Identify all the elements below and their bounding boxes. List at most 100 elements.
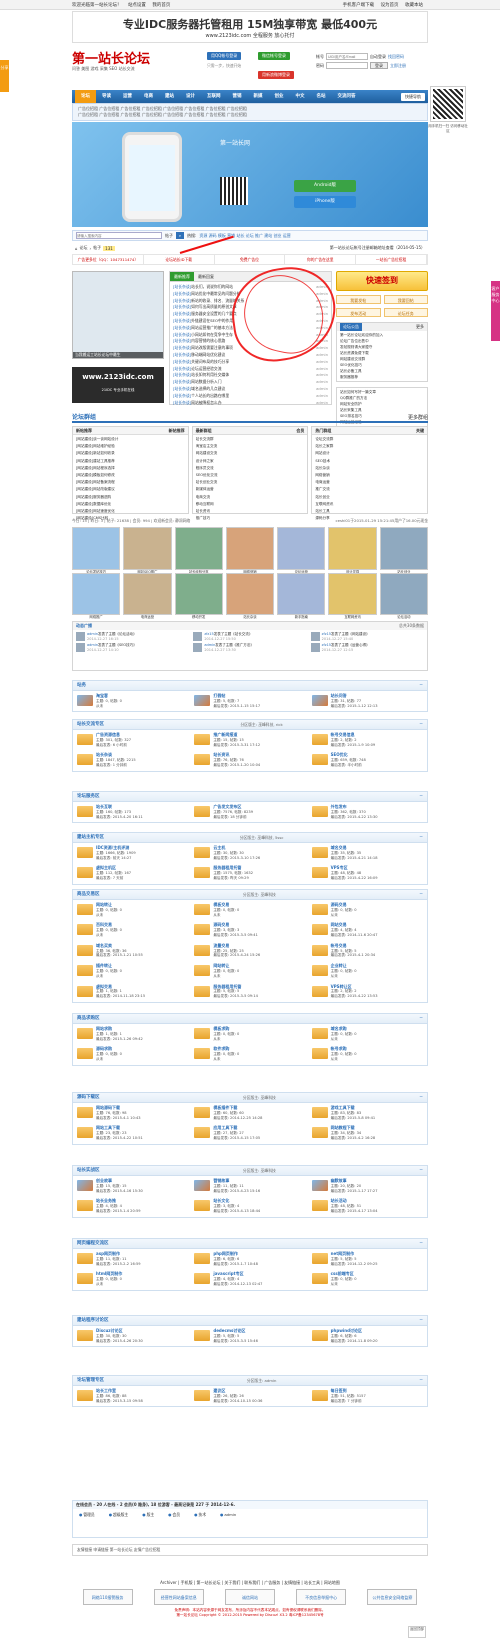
- avatar[interactable]: [193, 632, 203, 641]
- group-item-label[interactable]: [网站建设]服务器选购: [76, 494, 111, 501]
- group-item-label[interactable]: [网站建设]建站工具推荐: [76, 458, 115, 465]
- android-download-button[interactable]: Android版: [294, 180, 356, 192]
- nav-item-10[interactable]: 中文: [290, 90, 311, 103]
- news-item[interactable]: [站长杂谈]关键词布局的技巧分享 admin: [173, 359, 328, 366]
- group-item-label[interactable]: 站长工具: [315, 508, 329, 515]
- news-author[interactable]: admin: [316, 359, 328, 366]
- forum-board[interactable]: net网页制作 主题: 5, 帖数: 5 最后发表: 2014-12-2 09:25: [311, 1251, 423, 1266]
- activity-user[interactable]: admin: [87, 643, 98, 647]
- forum-board-icon[interactable]: [311, 1253, 328, 1264]
- news-tag[interactable]: [站长杂谈]: [173, 332, 191, 337]
- news-title[interactable]: 服务器安全设置的几个要点: [191, 311, 237, 316]
- activity-user[interactable]: admin: [204, 643, 215, 647]
- forum-board[interactable]: 域名交易 主题: 35, 帖数: 35 最后发表: 2015-4-21 14:18: [311, 845, 423, 860]
- top-link-settings[interactable]: 站点设置: [128, 3, 146, 8]
- news-tag[interactable]: [站长杂谈]: [173, 304, 191, 309]
- hero-banner[interactable]: 第一站长网 Android版 iPhone版: [72, 122, 428, 227]
- online-user[interactable]: 技术: [194, 1512, 206, 1518]
- group-item[interactable]: 移动互联网: [196, 501, 305, 508]
- forum-board[interactable]: 模板求购 主题: 0, 帖数: 0 从未: [194, 1026, 305, 1041]
- forum-board-icon[interactable]: [77, 904, 93, 915]
- forum-board[interactable]: 虚拟主机区 主题: 112, 帖数: 167 最后发表: 7 天前: [77, 866, 188, 880]
- forum-board[interactable]: 站长互联 主题: 160, 帖数: 173 最后发表: 2015-4-20 16:1…: [77, 804, 188, 819]
- news-tag[interactable]: [站长杂谈]: [173, 352, 191, 357]
- forum-board-icon[interactable]: [77, 695, 93, 706]
- news-title[interactable]: 个人站长的出路在哪里: [191, 393, 229, 398]
- register-link[interactable]: 立即注册: [390, 63, 406, 69]
- nav-item-12[interactable]: 交流问答: [332, 90, 362, 103]
- forum-board[interactable]: 淘宝客 主题: 0, 帖数: 0 从未: [77, 693, 188, 708]
- news-tag[interactable]: [站长杂谈]: [173, 386, 191, 391]
- forum-board[interactable]: 站长问答 主题: 31, 帖数: 77 最后发表: 2015-1-12 12:13: [311, 693, 423, 708]
- forum-board-icon[interactable]: [194, 1200, 211, 1212]
- collapse-icon[interactable]: −: [419, 1316, 423, 1325]
- group-item[interactable]: 电商交流: [196, 494, 305, 501]
- forum-section-title[interactable]: 商品求购区: [77, 1014, 100, 1023]
- activity-item[interactable]: zfz15发表了主题《运营心得》 2014-12-27 12:15: [310, 643, 424, 652]
- forum-board-icon[interactable]: [311, 1390, 328, 1401]
- forum-board-icon[interactable]: [311, 985, 328, 997]
- reply-button[interactable]: 我要回帖: [383, 295, 428, 304]
- forum-board[interactable]: IDC资源/主机评测 主题: 1666, 帖数: 1909 最后发表: 前天 14:…: [77, 845, 188, 860]
- news-item[interactable]: [站长杂谈]网站数据分析入门 admin: [173, 379, 328, 386]
- group-item-label[interactable]: 淘宝店主交流: [196, 443, 218, 450]
- activity-user[interactable]: admin: [87, 632, 98, 636]
- picture-caption[interactable]: 互联网资讯: [329, 615, 375, 620]
- forum-board[interactable]: 软件求购 主题: 0, 帖数: 0 从未: [194, 1047, 305, 1061]
- collapse-icon[interactable]: −: [419, 720, 423, 729]
- news-item[interactable]: [站长杂谈]网站被降权怎么办 admin: [173, 400, 328, 407]
- news-tag[interactable]: [站长杂谈]: [173, 379, 191, 384]
- forum-section-title[interactable]: 站长实战区: [77, 1166, 100, 1175]
- forum-board[interactable]: 游戏工具下载 主题: 83, 帖数: 83 最后发表: 2015-5-8 09:41: [311, 1105, 423, 1120]
- news-item[interactable]: [站长杂谈]个人站长的出路在哪里 admin: [173, 393, 328, 400]
- group-item-label[interactable]: 设计师之家: [196, 458, 214, 465]
- forum-board-icon[interactable]: [194, 965, 211, 977]
- top-link-mobile[interactable]: 手机客户端下载: [343, 3, 375, 8]
- top-link-bookmark[interactable]: 收藏本站: [405, 3, 423, 8]
- collapse-icon[interactable]: −: [419, 1093, 423, 1102]
- forum-board-icon[interactable]: [77, 1200, 93, 1212]
- forum-board-icon[interactable]: [311, 1330, 328, 1341]
- forum-board[interactable]: html网页制作 主题: 0, 帖数: 0 从未: [77, 1272, 188, 1286]
- news-title[interactable]: 网站优化中最常见的问题分析: [191, 291, 240, 296]
- back-to-top-button[interactable]: 返回顶部: [408, 1626, 426, 1638]
- picture-tile[interactable]: 站长杂谈: [225, 572, 275, 619]
- picture-caption[interactable]: 站长杂谈: [227, 615, 273, 620]
- forum-board-icon[interactable]: [194, 867, 211, 879]
- collapse-icon[interactable]: −: [419, 1166, 423, 1175]
- forum-board[interactable]: css前端专区 主题: 0, 帖数: 0 从未: [311, 1272, 423, 1286]
- tasks-button[interactable]: 论坛任务: [383, 308, 428, 317]
- news-author[interactable]: admin: [316, 393, 328, 400]
- ad-slot-5[interactable]: 一站长广告位招租: [356, 255, 427, 264]
- footer-badge[interactable]: 公共信息安全网络监察: [367, 1589, 418, 1605]
- nav-item-5[interactable]: 设计: [180, 90, 201, 103]
- group-item-label[interactable]: 网站建设交流: [196, 450, 218, 457]
- news-author[interactable]: admin: [316, 379, 328, 386]
- forum-board-icon[interactable]: [311, 754, 328, 766]
- group-item[interactable]: 推广交流: [315, 486, 424, 493]
- forum-board[interactable]: 网站源码下载 主题: 76, 帖数: 98 最后发表: 2015-4-1 10:43: [77, 1105, 188, 1120]
- top-link-sethome[interactable]: 设为首页: [381, 3, 399, 8]
- forum-board[interactable]: 企业转让 主题: 0, 帖数: 0 从未: [311, 963, 423, 978]
- forum-board-icon[interactable]: [194, 1253, 211, 1264]
- tab-latest[interactable]: 最新推荐: [170, 272, 194, 281]
- group-item[interactable]: [网站建设]网站程序选择: [76, 465, 185, 472]
- news-tag[interactable]: [站长杂谈]: [173, 400, 191, 405]
- online-user[interactable]: 管理员: [79, 1512, 94, 1518]
- news-tag[interactable]: [站长杂谈]: [173, 318, 191, 323]
- forum-board[interactable]: 域名求购 主题: 0, 帖数: 0 从未: [311, 1026, 423, 1041]
- forum-board[interactable]: 帐号交易信息 主题: 2, 帖数: 2 最后发表: 2015-1-9 10:09: [311, 732, 423, 747]
- forum-board[interactable]: 云主机 主题: 30, 帖数: 30 最后发表: 2015-3-10 17:26: [194, 845, 305, 860]
- forum-board-icon[interactable]: [194, 695, 211, 706]
- weibo-login-button[interactable]: 用新浪微博登录: [258, 71, 294, 79]
- group-item-label[interactable]: SEO技术: [315, 458, 330, 465]
- forum-board[interactable]: 网站教程下载 主题: 34, 帖数: 34 最后发表: 2015-4-2 16:28: [311, 1126, 423, 1140]
- qq-login-button[interactable]: 用QQ帐号登录: [207, 52, 242, 60]
- news-title[interactable]: 网站运营推广的基本方法: [191, 325, 233, 330]
- news-tag[interactable]: [站长杂谈]: [173, 291, 191, 296]
- avatar[interactable]: [310, 643, 320, 652]
- activity-user[interactable]: zfz15: [322, 643, 331, 647]
- forum-board-icon[interactable]: [77, 944, 93, 956]
- customer-service-tab[interactable]: 客户服务中心: [491, 281, 500, 341]
- top-banner-ad[interactable]: 专业IDC服务器托管租用 15M独享带宽 最低400元 www.2123idc.…: [72, 11, 428, 43]
